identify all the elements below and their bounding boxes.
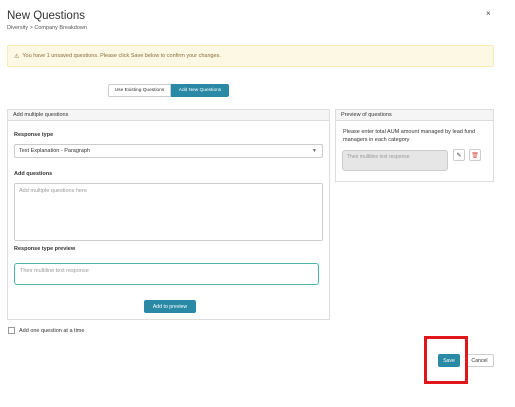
- response-type-label: Response type: [14, 132, 54, 138]
- one-at-a-time-label: Add one question at a time: [19, 327, 85, 334]
- breadcrumb: Diversity > Company Breakdown: [7, 25, 87, 31]
- panel-heading: Add multiple questions: [8, 110, 329, 121]
- warning-icon: ⚠: [14, 53, 20, 60]
- delete-question-button[interactable]: 🗑: [469, 149, 481, 161]
- panel-heading: Preview of questions: [336, 110, 493, 121]
- close-icon[interactable]: ×: [486, 9, 491, 18]
- unsaved-alert: ⚠ You have 1 unsaved questions. Please c…: [7, 45, 494, 67]
- response-type-preview-label: Response type preview: [14, 246, 76, 252]
- tab-add-new-questions[interactable]: Add New Questions: [171, 84, 229, 97]
- add-questions-label: Add questions: [14, 171, 53, 177]
- cancel-button[interactable]: Cancel: [465, 354, 494, 367]
- one-at-a-time-checkbox[interactable]: [8, 327, 15, 334]
- response-preview-field[interactable]: Their multiline text response: [14, 263, 319, 285]
- add-to-preview-button[interactable]: Add to preview: [144, 300, 196, 313]
- chevron-down-icon: ▼: [312, 148, 317, 154]
- add-questions-textarea[interactable]: Add multiple questions here: [14, 183, 323, 241]
- add-multiple-questions-panel: Add multiple questions Response type Tex…: [7, 109, 330, 320]
- response-type-value: Text Explanation - Paragraph: [19, 148, 90, 154]
- modal-title: New Questions: [7, 10, 85, 22]
- one-question-at-a-time-option[interactable]: Add one question at a time: [8, 327, 84, 334]
- save-button[interactable]: Save: [438, 354, 460, 367]
- pencil-icon: ✎: [456, 152, 462, 159]
- trash-icon: 🗑: [471, 152, 479, 159]
- preview-question-text: Please enter total AUM amount managed by…: [343, 129, 476, 143]
- edit-question-button[interactable]: ✎: [453, 149, 465, 161]
- tab-use-existing-questions[interactable]: Use Existing Questions: [108, 84, 171, 97]
- preview-of-questions-panel: Preview of questions Please enter total …: [335, 109, 494, 182]
- preview-response-field: Their multiline text response: [342, 150, 448, 171]
- response-type-select[interactable]: Text Explanation - Paragraph ▼: [14, 144, 323, 158]
- alert-text: You have 1 unsaved questions. Please cli…: [22, 53, 221, 59]
- question-source-toggle: Use Existing Questions Add New Questions: [108, 84, 229, 97]
